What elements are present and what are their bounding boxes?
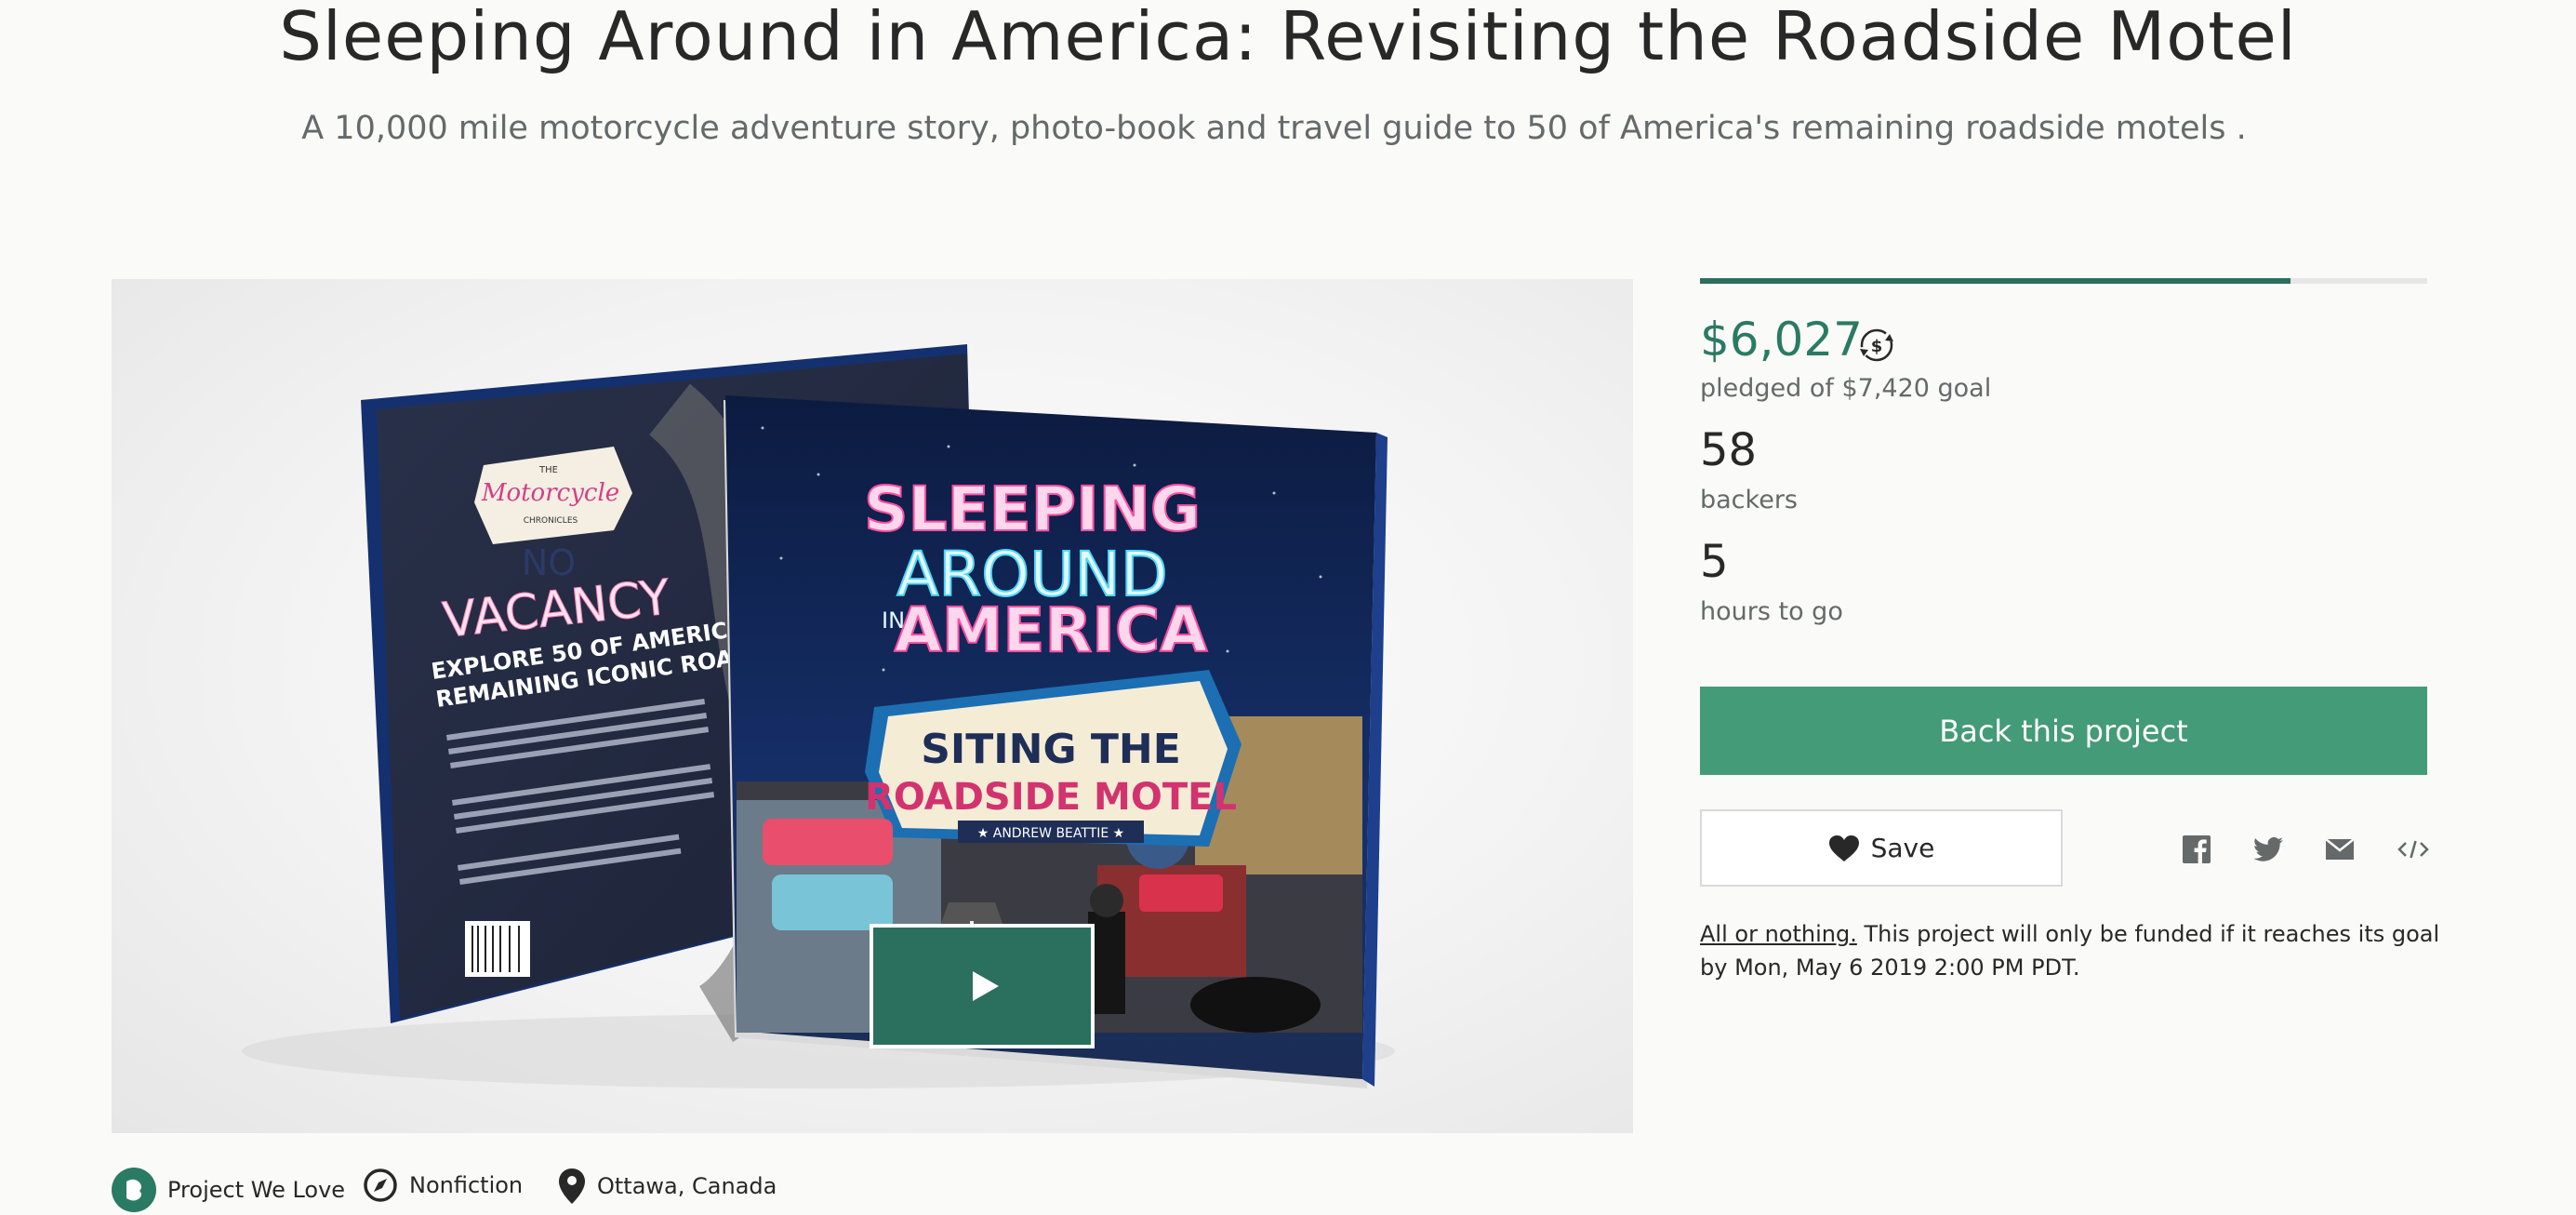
tag-category-label: Nonfiction <box>409 1172 524 1198</box>
funding-note: All or nothing. This project will only b… <box>1700 917 2444 984</box>
backers-label: backers <box>1700 486 1798 514</box>
back-logo-bottom: CHRONICLES <box>524 516 578 526</box>
all-or-nothing-link[interactable]: All or nothing. <box>1700 921 1857 947</box>
front-line-3: AMERICA <box>895 594 1208 666</box>
project-subtitle: A 10,000 mile motorcycle adventure story… <box>301 110 2247 147</box>
play-icon <box>973 971 999 1001</box>
front-sign-2: ROADSIDE MOTEL <box>865 776 1237 819</box>
email-icon[interactable] <box>2323 833 2357 866</box>
backers-count: 58 <box>1700 424 1758 476</box>
save-button[interactable]: Save <box>1700 809 2063 887</box>
tag-location-label: Ottawa, Canada <box>597 1173 777 1199</box>
project-video[interactable]: THE Motorcycle CHRONICLES NO VACANCY EXP… <box>112 279 1633 1133</box>
back-logo-top: THE <box>538 465 558 475</box>
facebook-icon[interactable] <box>2180 833 2213 866</box>
tag-category[interactable]: Nonfiction <box>363 1168 523 1203</box>
compass-icon <box>363 1168 398 1203</box>
svg-text:$: $ <box>1871 337 1883 356</box>
currency-conversion-icon[interactable]: $ <box>1856 325 1897 366</box>
tag-location[interactable]: Ottawa, Canada <box>558 1168 777 1205</box>
save-label: Save <box>1870 833 1935 863</box>
back-project-button[interactable]: Back this project <box>1700 687 2427 775</box>
tag-badge-label: Project We Love <box>167 1177 346 1203</box>
play-video-button[interactable] <box>870 924 1095 1048</box>
time-remaining: 5 <box>1700 536 1729 588</box>
tag-project-we-love[interactable]: Project We Love <box>112 1168 345 1212</box>
front-line-1: SLEEPING <box>864 474 1201 545</box>
funding-progress-fill <box>1700 278 2291 284</box>
embed-icon[interactable] <box>2397 833 2430 866</box>
funding-progress-bar <box>1700 278 2427 284</box>
front-sign-1: SITING THE <box>921 726 1181 773</box>
back-logo-main: Motorcycle <box>481 479 619 507</box>
heart-icon <box>1828 834 1859 861</box>
back-no: NO <box>522 542 576 583</box>
project-title: Sleeping Around in America: Revisiting t… <box>279 0 2297 75</box>
twitter-icon[interactable] <box>2251 833 2285 866</box>
front-author: ★ ANDREW BEATTIE ★ <box>977 826 1124 841</box>
pledged-label: pledged of $7,420 goal <box>1700 374 1992 403</box>
location-pin-icon <box>558 1168 586 1205</box>
time-remaining-label: hours to go <box>1700 597 1843 626</box>
kickstarter-badge-icon <box>112 1168 156 1212</box>
pledged-amount: $6,027 <box>1700 313 1863 367</box>
